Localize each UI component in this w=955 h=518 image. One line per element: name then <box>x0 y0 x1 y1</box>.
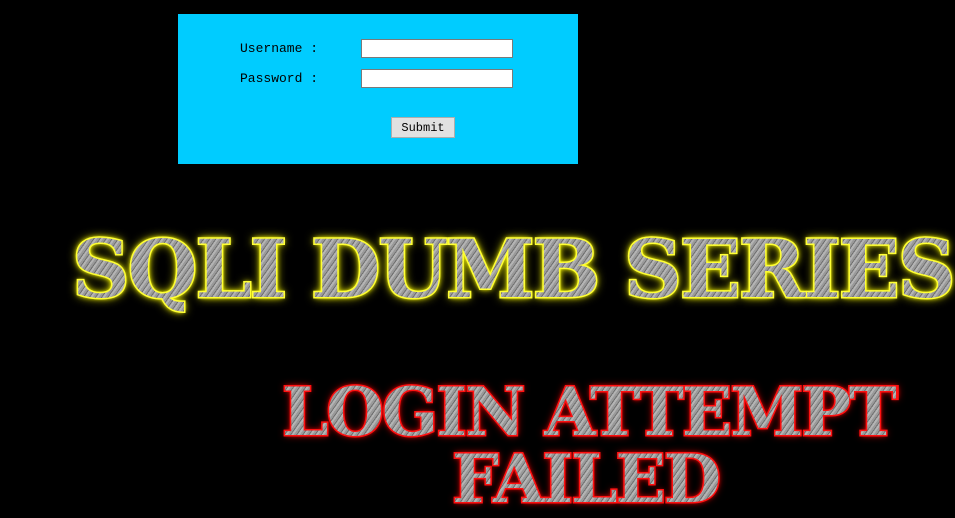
username-input[interactable] <box>361 39 513 58</box>
username-label: Username : <box>240 41 319 56</box>
password-label: Password : <box>240 71 319 86</box>
password-input[interactable] <box>361 69 513 88</box>
submit-button[interactable]: Submit <box>391 117 455 138</box>
failed-banner: FAILED <box>452 440 721 518</box>
login-form: Username : Password : Submit <box>178 14 578 164</box>
sqli-dumb-series-banner: SQLI DUMB SERIES <box>72 222 955 316</box>
